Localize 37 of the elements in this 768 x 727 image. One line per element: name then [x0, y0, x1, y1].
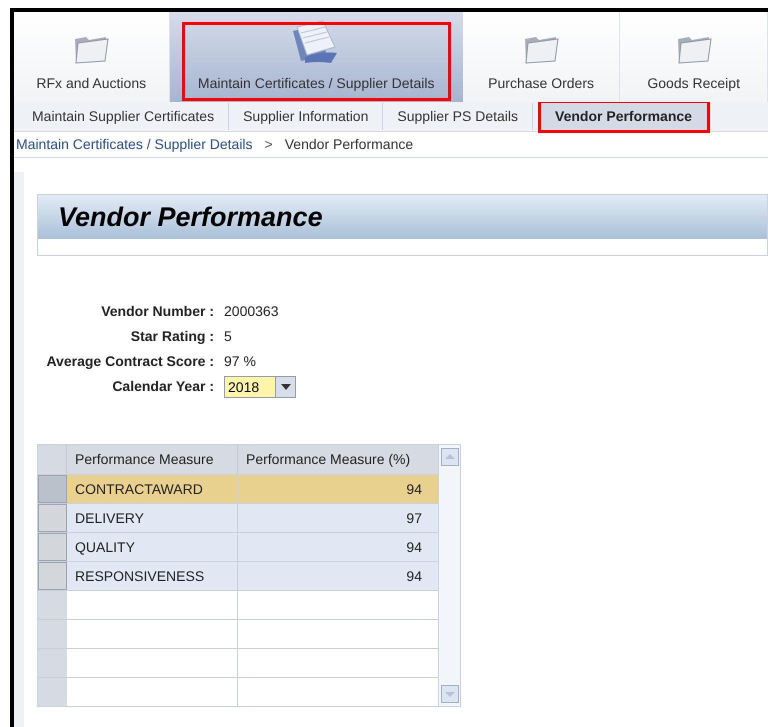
table-cell-text: 94: [405, 566, 423, 586]
field-value: 5: [224, 327, 232, 346]
table-cell-text: 97: [405, 508, 423, 528]
row-selector[interactable]: [38, 504, 67, 532]
row-selector[interactable]: [38, 649, 67, 677]
dropdown-arrow-icon: [280, 384, 290, 390]
sub-tab[interactable]: Maintain Supplier Certificates: [18, 103, 230, 130]
main-tab[interactable]: RFx and Auctions: [14, 12, 170, 102]
sub-tab[interactable]: Supplier Information: [229, 103, 384, 130]
row-selector[interactable]: [38, 678, 67, 706]
sub-tab[interactable]: Supplier PS Details: [383, 103, 534, 130]
year-dropdown[interactable]: 2018: [224, 376, 296, 398]
field-value: 97 %: [224, 352, 256, 371]
scroll-up-icon[interactable]: [440, 448, 458, 466]
row-selector[interactable]: [38, 475, 67, 503]
field-value: 2000363: [224, 302, 279, 321]
row-selector[interactable]: [38, 620, 67, 648]
table-cell-text: 94: [405, 480, 423, 498]
column-header: Performance Measure (%): [245, 450, 412, 469]
field-label: Average Contract Score :: [45, 352, 215, 371]
row-selector[interactable]: [38, 591, 67, 619]
row-selector[interactable]: [38, 562, 67, 590]
sub-tab[interactable]: Vendor Performance: [541, 103, 707, 130]
field-label: Vendor Number :: [100, 302, 215, 321]
main-tab[interactable]: Maintain Certificates / Supplier Details: [170, 12, 463, 102]
breadcrumb-current: Vendor Performance: [284, 135, 414, 154]
scroll-down-icon[interactable]: [440, 685, 458, 703]
page-title: Vendor Performance: [58, 200, 323, 234]
main-tab[interactable]: Purchase Orders: [462, 12, 620, 102]
breadcrumb-separator: >: [264, 135, 273, 154]
field-label: Star Rating :: [130, 327, 215, 346]
scrollbar[interactable]: [438, 445, 460, 706]
breadcrumb-link[interactable]: Maintain Certificates / Supplier Details: [16, 134, 253, 155]
main-tab[interactable]: Goods Receipt: [620, 12, 768, 102]
table-cell-text: 94: [405, 538, 423, 556]
field-label: Calendar Year :: [111, 377, 215, 396]
row-selector[interactable]: [38, 533, 67, 561]
